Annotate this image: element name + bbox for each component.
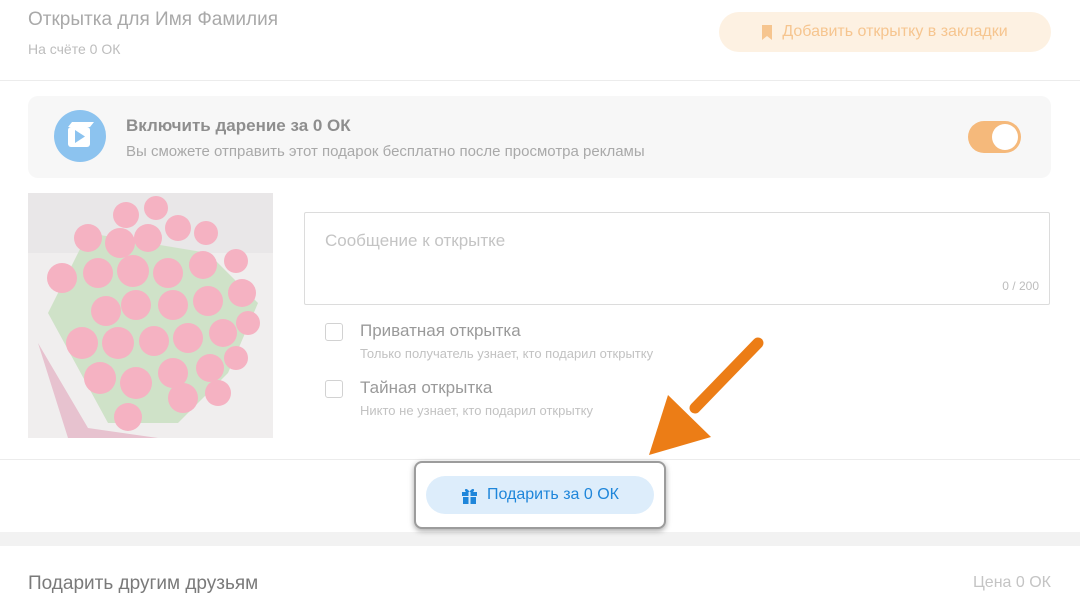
gift-to-others-section: Подарить другим друзьям Цена 0 ОК [0, 546, 1080, 596]
ad-gift-subtitle: Вы сможете отправить этот подарок беспла… [126, 143, 645, 160]
message-char-counter: 0 / 200 [1002, 279, 1039, 293]
secret-card-title: Тайная открытка [360, 378, 493, 397]
add-bookmark-button[interactable]: Добавить открытку в закладки [719, 12, 1051, 52]
secret-card-subtitle: Никто не узнает, кто подарил открытку [360, 403, 593, 418]
toggle-knob [992, 124, 1018, 150]
gift-button-highlight: Подарить за 0 ОК [414, 461, 666, 529]
gift-button-label: Подарить за 0 ОК [486, 486, 619, 503]
ad-gift-option: Включить дарение за 0 ОК Вы сможете отпр… [28, 96, 1051, 178]
message-placeholder: Сообщение к открытке [325, 231, 506, 250]
gift-icon [461, 488, 477, 504]
ad-gift-title: Включить дарение за 0 ОК [126, 116, 351, 135]
gift-to-others-title: Подарить другим друзьям [28, 573, 259, 594]
video-ad-icon [54, 110, 106, 162]
private-card-checkbox[interactable] [325, 323, 343, 341]
card-image-roses[interactable] [28, 193, 273, 438]
private-card-subtitle: Только получатель узнает, кто подарил от… [360, 346, 654, 361]
divider [0, 459, 1080, 460]
gift-price: Цена 0 ОК [972, 574, 1051, 591]
panel-header: Открытка для Имя Фамилия На счёте 0 ОК Д… [0, 0, 1080, 81]
account-balance: На счёте 0 ОК [28, 41, 121, 57]
add-bookmark-label: Добавить открытку в закладки [782, 23, 1008, 40]
secret-card-checkbox[interactable] [325, 380, 343, 398]
bookmark-icon [762, 24, 773, 40]
postcard-panel: Открытка для Имя Фамилия На счёте 0 ОК Д… [0, 0, 1080, 532]
ad-gift-toggle[interactable] [968, 121, 1021, 153]
gift-button[interactable]: Подарить за 0 ОК [426, 476, 654, 514]
message-field[interactable]: Сообщение к открытке 0 / 200 [304, 212, 1050, 305]
page-title: Открытка для Имя Фамилия [28, 9, 278, 30]
private-card-title: Приватная открытка [360, 321, 521, 340]
